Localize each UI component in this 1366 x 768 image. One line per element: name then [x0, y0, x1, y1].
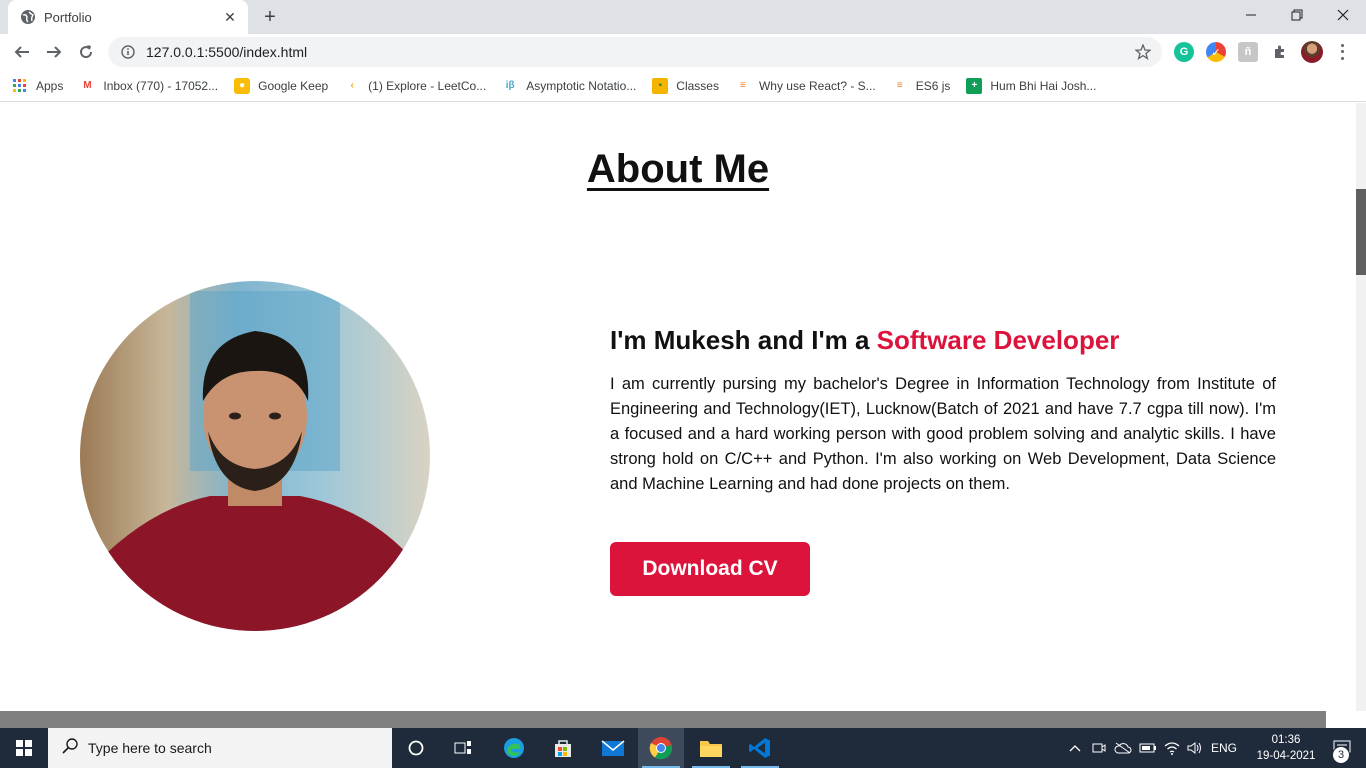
bookmark-label: Why use React? - S...: [758, 78, 876, 93]
forward-arrow-icon[interactable]: [40, 38, 68, 66]
bookmark-label: Apps: [36, 78, 64, 93]
bookmark-inbox[interactable]: M Inbox (770) - 17052...: [79, 78, 218, 94]
search-icon: [62, 737, 78, 759]
download-cv-button[interactable]: Download CV: [610, 542, 810, 596]
globe-icon: [20, 9, 36, 25]
extensions-puzzle-icon[interactable]: [1270, 42, 1290, 62]
address-bar[interactable]: 127.0.0.1:5500/index.html: [108, 37, 1162, 67]
minimize-button[interactable]: [1228, 0, 1274, 30]
page-scrollbar[interactable]: [1356, 103, 1366, 711]
bookmark-label: Asymptotic Notatio...: [526, 78, 637, 93]
wifi-icon[interactable]: [1162, 728, 1182, 768]
url-text[interactable]: 127.0.0.1:5500/index.html: [146, 44, 307, 60]
chrome-taskbar-icon[interactable]: [638, 728, 684, 768]
bookmark-google-keep[interactable]: ● Google Keep: [234, 77, 329, 94]
volume-icon[interactable]: [1185, 728, 1205, 768]
page-title: About Me: [586, 147, 770, 191]
bookmark-react[interactable]: ≡ Why use React? - S...: [735, 78, 876, 94]
bio-paragraph: I am currently pursing my bachelor's Deg…: [610, 375, 1276, 493]
intro-role: Software Developer: [876, 325, 1120, 355]
next-section-edge-gap: [1326, 711, 1356, 728]
bookmark-leetcode[interactable]: ‹ (1) Explore - LeetCo...: [344, 78, 487, 94]
bookmark-label: Classes: [676, 78, 719, 93]
bookmark-label: ES6 js: [915, 78, 951, 93]
bookmarks-bar: Apps M Inbox (770) - 17052... ● Google K…: [0, 70, 1366, 102]
back-arrow-icon[interactable]: [8, 38, 36, 66]
system-clock[interactable]: 01:36 19-04-2021: [1256, 732, 1316, 764]
scrollbar-thumb[interactable]: [1356, 189, 1366, 275]
bookmark-star-icon[interactable]: [1134, 43, 1152, 61]
meet-now-icon[interactable]: [1090, 728, 1108, 768]
intro-heading: I'm Mukesh and I'm a Software Developer: [610, 325, 1119, 356]
bookmark-es6[interactable]: ≡ ES6 js: [892, 78, 951, 94]
classroom-icon: ▪: [652, 77, 669, 94]
bookmark-label: Inbox (770) - 17052...: [103, 78, 219, 93]
more-menu-icon[interactable]: [1334, 42, 1350, 62]
language-indicator[interactable]: ENG: [1208, 728, 1240, 768]
battery-icon[interactable]: [1138, 728, 1158, 768]
leetcode-icon: ‹: [350, 80, 354, 91]
profile-photo: [80, 281, 430, 631]
restore-button[interactable]: [1274, 0, 1320, 30]
profile-avatar[interactable]: [1301, 41, 1323, 63]
sheets-icon: +: [966, 77, 983, 94]
vscode-icon[interactable]: [737, 728, 783, 768]
reload-icon[interactable]: [72, 38, 100, 66]
onedrive-icon[interactable]: [1113, 728, 1133, 768]
tab-strip: Portfolio ✕ +: [0, 0, 1366, 34]
bookmark-label: Hum Bhi Hai Josh...: [990, 78, 1097, 93]
file-explorer-icon[interactable]: [688, 728, 734, 768]
tab-portfolio[interactable]: Portfolio ✕: [8, 0, 248, 34]
clock-time: 01:36: [1271, 734, 1301, 746]
bookmark-apps[interactable]: Apps: [12, 78, 63, 94]
browser-toolbar: 127.0.0.1:5500/index.html G ✓ ñ: [0, 34, 1366, 70]
close-window-button[interactable]: [1320, 0, 1366, 30]
apps-grid-icon: [12, 78, 28, 94]
gmail-icon: M: [83, 80, 92, 91]
intro-prefix: I'm Mukesh and I'm a: [610, 325, 877, 355]
grammarly-icon[interactable]: G: [1174, 42, 1194, 62]
task-view-icon[interactable]: [440, 728, 486, 768]
taskbar: Type here to search ENG 01:36 19-04-2021…: [0, 728, 1366, 768]
notification-count-badge: 3: [1332, 746, 1350, 764]
extension-check-icon[interactable]: ✓: [1206, 42, 1226, 62]
extension-letter-icon[interactable]: ñ: [1238, 42, 1258, 62]
new-tab-button[interactable]: +: [258, 5, 282, 29]
next-section-edge: [0, 711, 1326, 728]
cortana-icon[interactable]: [393, 728, 439, 768]
interviewbit-icon: iβ: [505, 80, 515, 91]
bookmark-asymptotic[interactable]: iβ Asymptotic Notatio...: [502, 78, 637, 94]
chevron-up-icon[interactable]: [1066, 728, 1084, 768]
bookmark-label: (1) Explore - LeetCo...: [368, 78, 487, 93]
tab-title: Portfolio: [44, 9, 92, 25]
edge-icon[interactable]: [491, 728, 537, 768]
mail-icon[interactable]: [590, 728, 636, 768]
page-viewport: About Me I'm Mukesh and I'm a Software D…: [0, 103, 1356, 711]
search-placeholder: Type here to search: [88, 740, 212, 756]
bookmark-classes[interactable]: ▪ Classes: [652, 77, 719, 94]
taskbar-search[interactable]: Type here to search: [48, 728, 392, 768]
clock-date: 19-04-2021: [1256, 750, 1316, 762]
close-tab-icon[interactable]: ✕: [222, 9, 238, 25]
stackoverflow-icon: ≡: [740, 80, 746, 91]
windows-start-icon[interactable]: [0, 728, 48, 768]
stackoverflow-icon: ≡: [896, 80, 903, 91]
store-icon[interactable]: [540, 728, 586, 768]
info-icon[interactable]: [120, 44, 136, 60]
bookmark-josh[interactable]: + Hum Bhi Hai Josh...: [966, 77, 1097, 94]
keep-icon: ●: [234, 77, 251, 94]
bookmark-label: Google Keep: [258, 78, 329, 93]
